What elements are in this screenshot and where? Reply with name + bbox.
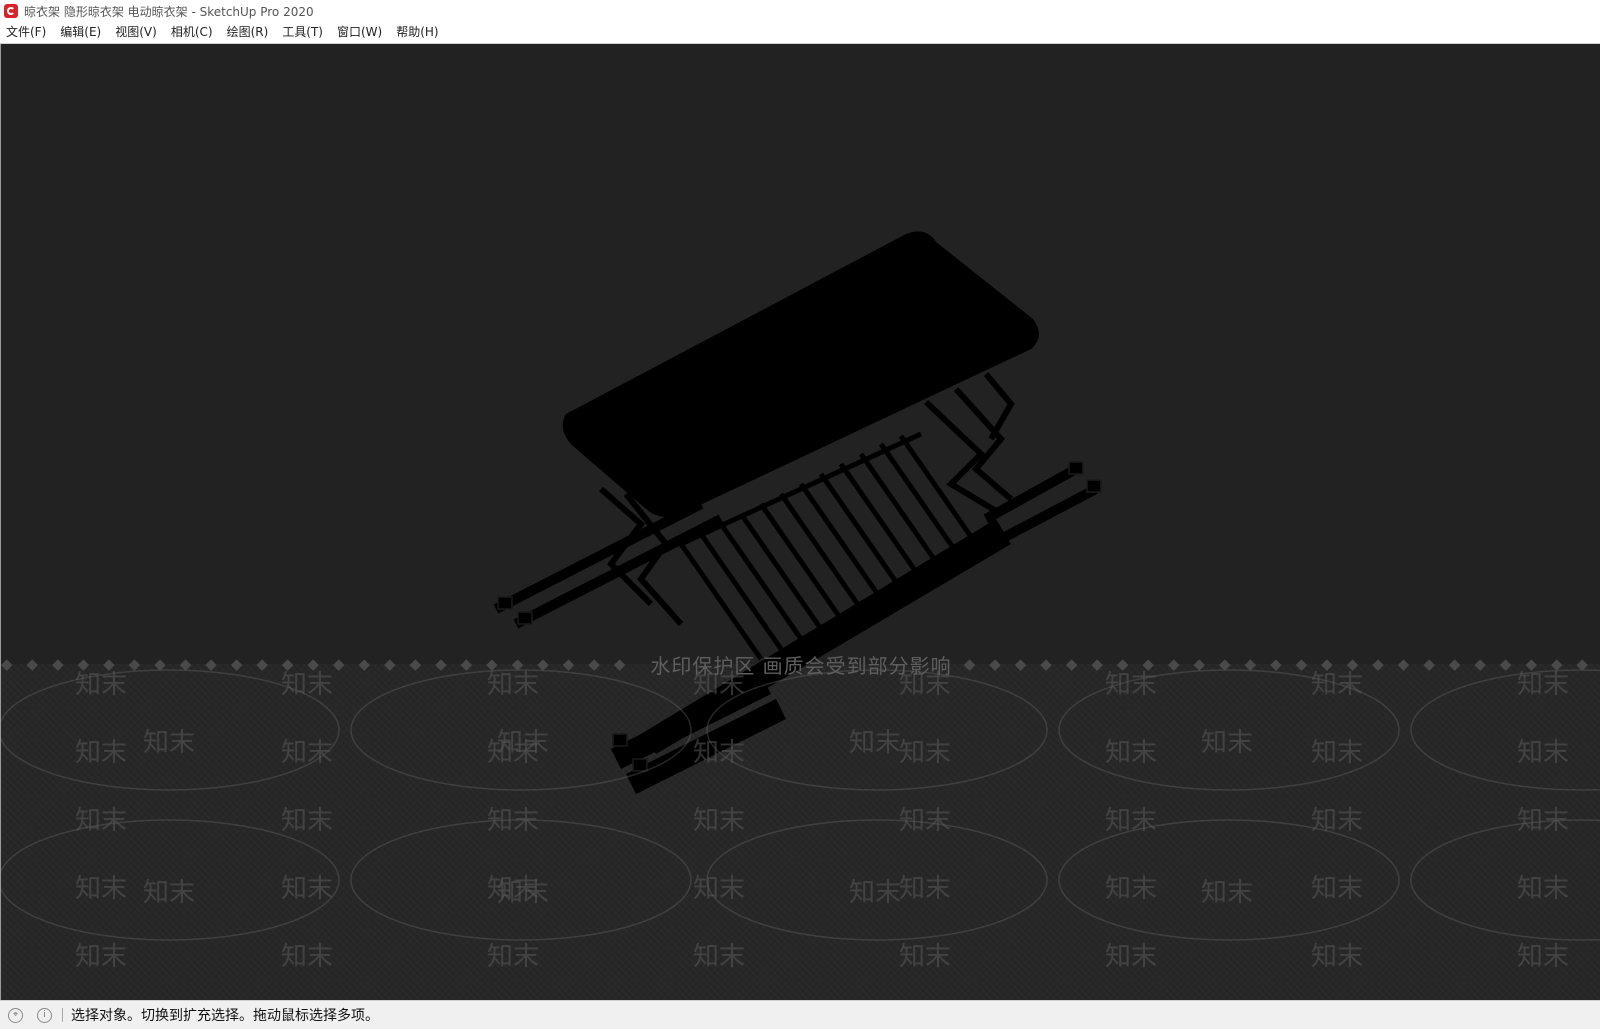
clothes-rack-model[interactable] <box>1 44 1600 1000</box>
menu-view[interactable]: 视图(V) <box>108 22 164 43</box>
watermark-dots-right: ◆◆◆◆◆◆◆◆◆◆◆◆◆◆◆◆◆◆◆◆◆◆◆◆◆◆◆◆◆◆◆◆◆◆◆◆◆◆◆◆ <box>963 655 1600 673</box>
watermark-banner-text: 水印保护区 画质会受到部分影响 <box>650 653 952 678</box>
window-title: 晾衣架 隐形晾衣架 电动晾衣架 - SketchUp Pro 2020 <box>24 4 314 19</box>
menu-bar: 文件(F) 编辑(E) 视图(V) 相机(C) 绘图(R) 工具(T) 窗口(W… <box>0 22 1600 44</box>
modeling-viewport[interactable]: 知末 知末 知末 知末 知末 知末 知末 知末 知末 知末 知末 知末 知末 知… <box>0 44 1600 1000</box>
status-bar: ⌖ i 选择对象。切换到扩充选择。拖动鼠标选择多项。 <box>0 1000 1600 1029</box>
info-icon[interactable]: i <box>37 1007 52 1023</box>
watermark-banner: ◆◆◆◆◆◆◆◆◆◆◆◆◆◆◆◆◆◆◆◆◆◆◆◆◆◆◆◆◆◆◆◆◆◆◆◆◆◆◆◆… <box>1 648 1600 680</box>
watermark-dots-left: ◆◆◆◆◆◆◆◆◆◆◆◆◆◆◆◆◆◆◆◆◆◆◆◆◆◆◆◆◆◆◆◆◆◆◆◆◆◆◆◆ <box>1 655 639 673</box>
title-bar: 晾衣架 隐形晾衣架 电动晾衣架 - SketchUp Pro 2020 <box>0 0 1600 22</box>
menu-draw[interactable]: 绘图(R) <box>220 22 276 43</box>
menu-edit[interactable]: 编辑(E) <box>53 22 108 43</box>
sketchup-app-icon[interactable] <box>4 4 18 18</box>
status-divider <box>62 1008 63 1022</box>
menu-help[interactable]: 帮助(H) <box>389 22 445 43</box>
menu-file[interactable]: 文件(F) <box>0 22 53 43</box>
menu-window[interactable]: 窗口(W) <box>330 22 389 43</box>
menu-tools[interactable]: 工具(T) <box>275 22 330 43</box>
menu-camera[interactable]: 相机(C) <box>164 22 220 43</box>
status-message: 选择对象。切换到扩充选择。拖动鼠标选择多项。 <box>71 1008 379 1024</box>
geo-location-icon[interactable]: ⌖ <box>8 1007 23 1023</box>
